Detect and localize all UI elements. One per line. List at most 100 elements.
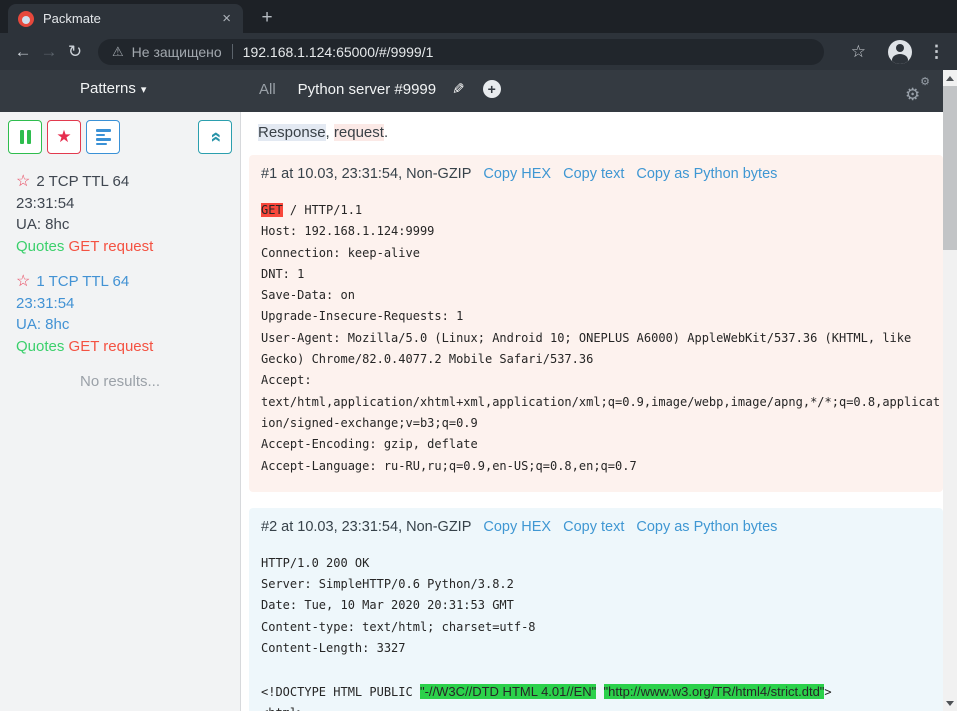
packet-line: GET / HTTP/1.1 [261, 200, 943, 221]
back-icon[interactable]: ← [10, 42, 36, 62]
packet-line: Upgrade-Insecure-Requests: 1 [261, 306, 943, 327]
star-outline-icon[interactable]: ☆ [16, 173, 30, 190]
copy-action[interactable]: Copy text [563, 519, 624, 535]
security-warning-icon: ⚠ [112, 44, 124, 60]
scrollbar[interactable] [943, 70, 957, 711]
settings-icon[interactable]: ⚙ ⚙ [905, 80, 929, 102]
highlight-green: "-//W3C//DTD HTML 4.01//EN" [420, 684, 596, 699]
session-time: 23:31:54 [16, 193, 240, 215]
packet-line: Date: Tue, 10 Mar 2020 20:31:53 GMT [261, 595, 943, 616]
close-tab-icon[interactable]: × [220, 10, 233, 27]
url-text: 192.168.1.124:65000/#/9999/1 [243, 44, 434, 60]
packet-line: Server: SimpleHTTP/0.6 Python/3.8.2 [261, 574, 943, 595]
app-navbar: Patterns ▾ All Python server #9999 ✎ + ⚙ … [0, 70, 943, 112]
main-panel: Response, request. #1 at 10.03, 23:31:54… [241, 112, 943, 711]
packet-line: Content-Length: 3327 [261, 638, 943, 659]
add-pattern-button[interactable]: + [483, 80, 501, 98]
new-tab-button[interactable]: + [253, 5, 281, 31]
align-left-icon [96, 129, 111, 145]
browser-tabbar: Packmate × + [0, 0, 957, 33]
packet-line: Connection: keep-alive [261, 243, 943, 264]
packet-line: Content-type: text/html; charset=utf-8 [261, 617, 943, 638]
session-tags: Quotes GET request [16, 236, 240, 258]
session-title: ☆ 1 TCP TTL 64 [16, 271, 240, 293]
session-ua: UA: 8hc [16, 214, 240, 236]
pause-capture-button[interactable] [8, 120, 42, 154]
scrollbar-thumb[interactable] [943, 86, 957, 250]
screen: Packmate × + ← → ↻ ⚠ Не защищено 192.168… [0, 0, 957, 711]
packet-card: #1 at 10.03, 23:31:54, Non-GZIP Copy HEX C… [249, 155, 943, 492]
security-text: Не защищено [132, 44, 222, 60]
tab-all[interactable]: All [259, 81, 276, 98]
pattern-tag: GET request [69, 238, 154, 255]
quote-tag: Quotes [16, 338, 64, 355]
session-ua: UA: 8hc [16, 314, 240, 336]
packet-body: HTTP/1.0 200 OKServer: SimpleHTTP/0.6 Py… [261, 553, 943, 711]
sidebar-toolbar: ★ « [0, 120, 240, 154]
highlight-green: "http://www.w3.org/TR/html4/strict.dtd" [604, 684, 825, 699]
pattern-tag: GET request [69, 338, 154, 355]
no-results-text: No results... [0, 373, 240, 390]
packet-line: <html> [261, 703, 943, 711]
summary-segment: request [334, 124, 384, 141]
collapse-sidebar-button[interactable]: « [198, 120, 232, 154]
summary-segment: . [384, 124, 388, 141]
session-list: ☆2 TCP TTL 6423:31:54UA: 8hcQuotes GET r… [0, 154, 240, 357]
address-bar[interactable]: ⚠ Не защищено 192.168.1.124:65000/#/9999… [98, 39, 824, 65]
packmate-favicon-icon [18, 11, 34, 27]
edit-pattern-icon[interactable]: ✎ [452, 80, 465, 98]
copy-action[interactable]: Copy HEX [483, 166, 551, 182]
packet-line: DNT: 1 [261, 264, 943, 285]
session-item[interactable]: ☆2 TCP TTL 6423:31:54UA: 8hcQuotes GET r… [16, 171, 240, 257]
session-title: ☆2 TCP TTL 64 [16, 171, 240, 193]
packet-card: #2 at 10.03, 23:31:54, Non-GZIPCopy HEXC… [249, 508, 943, 711]
packet-line: User-Agent: Mozilla/5.0 (Linux; Android … [261, 328, 943, 371]
packet-line: Host: 192.168.1.124:9999 [261, 221, 943, 242]
bookmark-icon[interactable]: ☆ [851, 42, 866, 62]
packet-line: Accept-Language: ru-RU,ru;q=0.9,en-US;q=… [261, 456, 943, 477]
quote-tag: Quotes [16, 238, 64, 255]
packet-line: Save-Data: on [261, 285, 943, 306]
patterns-dropdown[interactable]: Patterns ▾ [80, 80, 146, 97]
star-outline-icon[interactable]: ☆ [16, 273, 30, 290]
packet-line [261, 659, 943, 680]
patterns-label: Patterns [80, 80, 136, 97]
gear-small-icon: ⚙ [920, 75, 930, 88]
copy-action[interactable]: Copy as Python bytes [636, 166, 777, 182]
pause-icon [20, 130, 31, 144]
packet-line: <!DOCTYPE HTML PUBLIC "-//W3C//DTD HTML … [261, 681, 943, 703]
forward-icon[interactable]: → [36, 42, 62, 62]
session-time: 23:31:54 [16, 293, 240, 315]
copy-action[interactable]: Copy text [563, 166, 624, 182]
packet-line: Accept-Encoding: gzip, deflate [261, 434, 943, 455]
favorites-filter-button[interactable]: ★ [47, 120, 81, 154]
packet-body: GET / HTTP/1.1Host: 192.168.1.124:9999Co… [261, 200, 943, 477]
packet-line: Accept: text/html,application/xhtml+xml,… [261, 370, 943, 434]
copy-action[interactable]: Copy HEX [483, 519, 551, 535]
packet-header: #2 at 10.03, 23:31:54, Non-GZIPCopy HEXC… [261, 516, 943, 538]
chevron-down-icon: ▾ [141, 84, 147, 96]
filter-button[interactable] [86, 120, 120, 154]
session-item[interactable]: ☆ 1 TCP TTL 64 23:31:54UA: 8hc Quotes GET r… [16, 271, 240, 357]
highlight-red: GET [261, 203, 283, 217]
browser-menu-icon[interactable]: ⋮ [928, 42, 945, 62]
content-area: ★ « ☆2 TCP TTL 6423:31:54UA: 8hcQuotes G… [0, 112, 943, 711]
url-separator [232, 44, 233, 59]
star-icon: ★ [56, 127, 71, 147]
session-title-text: 1 TCP TTL 64 [36, 273, 129, 290]
scroll-down-icon[interactable] [943, 695, 957, 711]
packet-id: #1 at 10.03, 23:31:54, Non-GZIP [261, 166, 471, 182]
copy-action[interactable]: Copy as Python bytes [636, 519, 777, 535]
chevron-double-up-icon: « [204, 132, 226, 143]
browser-tab[interactable]: Packmate × [8, 4, 243, 33]
summary-segment: , [326, 124, 334, 141]
gear-icon: ⚙ [905, 85, 920, 105]
profile-avatar[interactable] [888, 40, 912, 64]
tab-title: Packmate [43, 11, 220, 26]
tab-current-pattern[interactable]: Python server #9999 [298, 81, 436, 98]
sidebar: ★ « ☆2 TCP TTL 6423:31:54UA: 8hcQuotes G… [0, 112, 241, 711]
scroll-up-icon[interactable] [943, 70, 957, 86]
reload-icon[interactable]: ↻ [62, 42, 88, 62]
packmate-page: Patterns ▾ All Python server #9999 ✎ + ⚙ … [0, 70, 943, 711]
browser-toolbar: ← → ↻ ⚠ Не защищено 192.168.1.124:65000/… [0, 33, 957, 70]
